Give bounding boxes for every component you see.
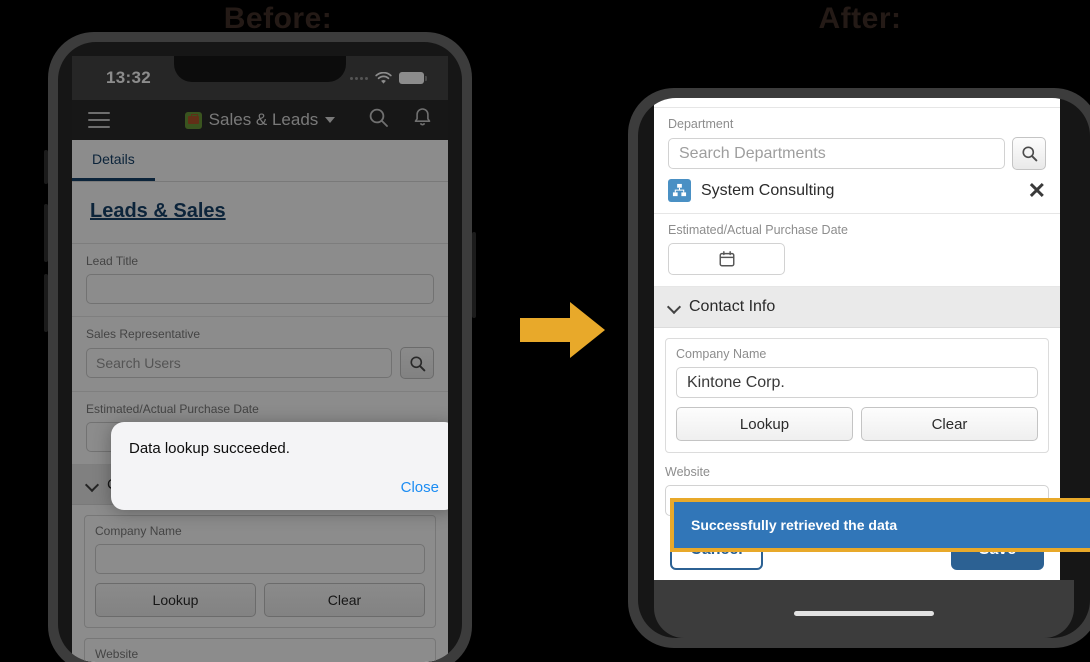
caret-down-icon[interactable] [325,117,336,123]
field-sales-representative: Sales Representative Search Users [72,317,448,392]
battery-full-icon [399,72,427,84]
after-phone-bezel: Department Search Departments System Con… [638,98,1090,638]
app-title: Sales & Leads [208,110,319,129]
power-button [472,232,476,318]
status-bar: 13:32 [72,56,448,100]
before-phone-frame: 13:32 Sales & Leads Details Leads & Sale… [44,32,476,662]
group-contact-info[interactable]: Contact Info [654,287,1060,328]
lookup-button[interactable]: Lookup [676,407,853,441]
volume-up-button [44,204,48,262]
bell-icon[interactable] [413,107,432,133]
mute-switch [44,150,48,184]
alert-message: Data lookup succeeded. [129,440,290,457]
before-phone-bezel: 13:32 Sales & Leads Details Leads & Sale… [58,42,462,662]
field-label: Company Name [95,524,182,538]
app-bar: Sales & Leads [72,100,448,140]
department-search-input[interactable]: Search Departments [668,138,1005,169]
lead-title-input[interactable] [86,274,434,304]
chevron-down-icon [668,301,680,313]
alert-close-button[interactable]: Close [401,479,439,496]
before-phone-screen: 13:32 Sales & Leads Details Leads & Sale… [72,56,448,662]
field-label: Website [665,465,710,479]
form-top-divider [654,98,1060,108]
signal-dots-icon [350,76,368,80]
before-caption: Before: [223,2,333,35]
close-x-icon[interactable]: ✕ [1028,179,1046,202]
briefcase-app-icon [184,111,202,129]
record-title-link[interactable]: Leads & Sales [90,200,226,222]
field-label: Sales Representative [86,327,201,341]
after-phone-frame: Department Search Departments System Con… [628,88,1090,648]
search-icon[interactable] [1012,137,1046,170]
wifi-icon [375,71,392,85]
field-label: Website [95,647,139,661]
hamburger-menu-icon[interactable] [88,112,110,128]
tab-bar: Details [72,140,448,182]
department-selected-row: System Consulting ✕ [668,179,1046,202]
company-name-input[interactable]: Kintone Corp. [676,367,1038,398]
clear-button[interactable]: Clear [264,583,425,617]
field-company-name: Company Name Kintone Corp. Lookup Clear [665,338,1049,453]
success-toast: Successfully retrieved the data [674,502,1090,548]
record-title: Leads & Sales [72,182,448,244]
chevron-down-icon [86,479,98,491]
search-icon[interactable] [368,107,389,133]
lookup-button[interactable]: Lookup [95,583,256,617]
bottom-bezel [654,580,1074,638]
purchase-date-input[interactable] [668,243,785,275]
org-chart-icon [668,179,691,202]
field-label: Department [668,117,734,131]
volume-down-button [44,274,48,332]
field-label: Company Name [676,347,767,361]
comparison-figure: Before: After: 13:32 Sales & Leads Detai… [0,0,1090,662]
department-selected-label: System Consulting [701,181,835,199]
field-lead-title: Lead Title [72,244,448,317]
field-company-name: Company Name Lookup Clear [84,515,436,628]
field-label: Lead Title [86,254,139,268]
field-purchase-date: Estimated/Actual Purchase Date [654,214,1060,287]
sales-rep-search-input[interactable]: Search Users [86,348,392,378]
notch [174,56,346,82]
search-icon[interactable] [400,347,434,379]
record-form: Details Leads & Sales Lead Title Sales R… [72,140,448,662]
field-website: Website [84,638,436,662]
tab-details[interactable]: Details [72,140,155,181]
field-department: Department Search Departments System Con… [654,108,1060,214]
company-name-input[interactable] [95,544,425,574]
alert-dialog: Data lookup succeeded. Close [111,422,448,510]
after-caption: After: [818,2,902,35]
group-label: Contact Info [689,298,776,315]
arrow-right-icon [520,300,606,360]
calendar-icon [719,251,734,267]
field-label: Estimated/Actual Purchase Date [668,223,848,237]
toast-highlight-box: Successfully retrieved the data [670,498,1090,552]
status-time: 13:32 [106,68,151,87]
clear-button[interactable]: Clear [861,407,1038,441]
home-indicator [794,611,934,616]
field-label: Estimated/Actual Purchase Date [86,402,259,416]
